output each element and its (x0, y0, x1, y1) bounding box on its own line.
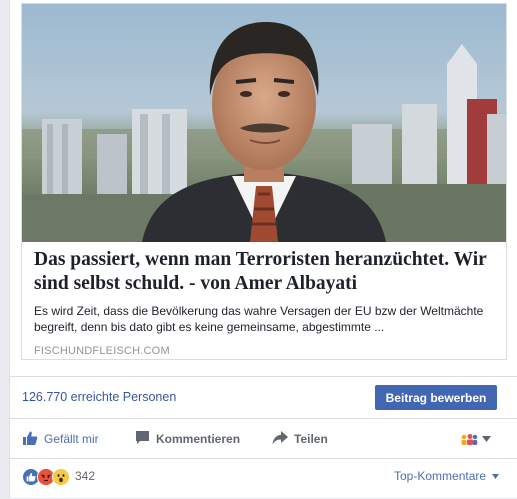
people-icon (461, 434, 478, 445)
reach-count-link[interactable]: 126.770 erreichte Personen (22, 390, 176, 404)
reaction-count[interactable]: 342 (75, 469, 95, 483)
link-preview-domain: FISCHUNDFLEISCH.COM (34, 345, 170, 357)
boost-post-button[interactable]: Beitrag bewerben (375, 385, 497, 410)
wow-reaction-icon (52, 468, 70, 486)
thumbs-up-icon (22, 430, 38, 449)
top-comments-dropdown[interactable]: Top-Kommentare (394, 469, 500, 483)
comment-label: Kommentieren (156, 432, 241, 446)
chevron-down-icon (482, 436, 491, 442)
link-preview-title[interactable]: Das passiert, wenn man Terroristen heran… (34, 248, 494, 296)
link-preview-text: Das passiert, wenn man Terroristen heran… (34, 248, 494, 357)
post-card: Das passiert, wenn man Terroristen heran… (9, 0, 517, 498)
link-preview-image[interactable] (22, 4, 506, 242)
share-arrow-icon (272, 430, 288, 448)
post-actions: Gefällt mir Kommentieren Teilen (10, 418, 517, 459)
link-preview-description: Es wird Zeit, dass die Bevölkerung das w… (34, 304, 484, 334)
audience-selector[interactable] (460, 432, 496, 446)
reach-row: 126.770 erreichte Personen Beitrag bewer… (10, 376, 517, 419)
chevron-down-icon (492, 474, 500, 480)
reaction-icons[interactable] (22, 468, 70, 486)
share-button[interactable]: Teilen (272, 430, 328, 448)
like-label: Gefällt mir (44, 432, 99, 446)
comment-icon (135, 430, 150, 448)
link-preview-card[interactable]: Das passiert, wenn man Terroristen heran… (21, 3, 507, 360)
reactions-row: 342 Top-Kommentare (10, 458, 517, 499)
preview-photo-illustration (22, 4, 506, 242)
share-label: Teilen (294, 432, 328, 446)
like-button[interactable]: Gefällt mir (22, 430, 99, 448)
top-comments-label: Top-Kommentare (394, 469, 487, 483)
comment-button[interactable]: Kommentieren (135, 430, 240, 448)
